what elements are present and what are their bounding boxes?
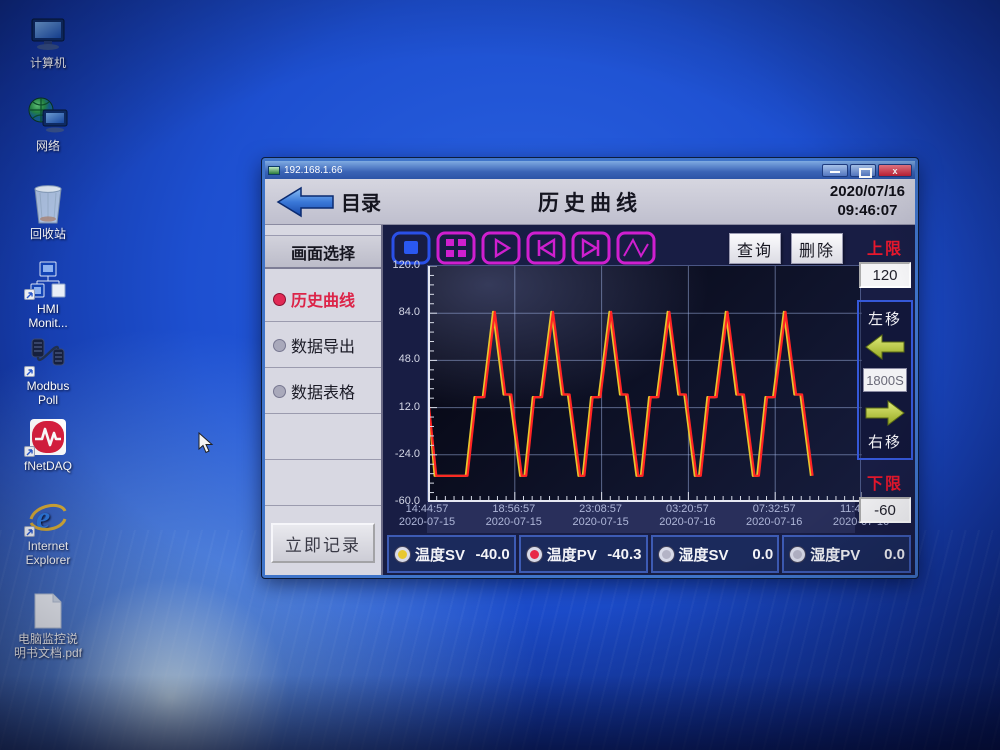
window-app-icon [268, 166, 280, 175]
trend-chart[interactable] [427, 265, 861, 501]
shortcut-arrow-icon [24, 526, 35, 537]
legend-item-humidity-sv[interactable]: 湿度SV 0.0 [651, 535, 780, 573]
sidebar-empty-row [265, 415, 381, 460]
move-left-button[interactable] [863, 332, 907, 362]
humidity-pv-dot-icon [790, 547, 805, 562]
record-now-button[interactable]: 立即记录 [271, 523, 375, 563]
datetime-display: 2020/07/16 09:46:07 [830, 183, 905, 221]
lower-limit-label: 下限 [857, 470, 913, 494]
sidebar-header: 画面选择 [265, 235, 381, 269]
minimize-button[interactable] [822, 164, 848, 177]
upper-limit-label: 上限 [857, 235, 913, 259]
y-axis-label: 84.0 [399, 306, 420, 318]
skip-to-end-icon[interactable] [571, 231, 611, 265]
mouse-cursor [198, 432, 214, 454]
sidebar-empty-row [265, 461, 381, 506]
legend-bar: 温度SV -40.0 温度PV -40.3 湿度SV 0.0 湿度PV 0.0 [387, 535, 911, 573]
x-axis-label: 03:20:572020-07-16 [659, 503, 715, 529]
delete-button[interactable]: 删除 [791, 233, 843, 264]
date-value: 2020/07/16 [830, 183, 905, 202]
temp-sv-dot-icon [395, 547, 410, 562]
x-axis-label: 07:32:572020-07-16 [746, 503, 802, 529]
desktop: { "desktop": { "icons": [ {"line1": "计算机… [0, 0, 1000, 750]
page-title: 历史曲线 [265, 187, 915, 217]
radio-dot-icon [273, 293, 286, 306]
fnetdaq-icon [2, 415, 94, 457]
legend-item-humidity-pv[interactable]: 湿度PV 0.0 [782, 535, 911, 573]
network-icon [2, 95, 94, 137]
desktop-icon-internet-explorer[interactable]: e InternetExplorer [2, 495, 94, 568]
scroll-interval-value[interactable]: 1800S [863, 368, 907, 392]
temp-pv-dot-icon [527, 547, 542, 562]
desktop-icon-network[interactable]: 网络 [2, 95, 94, 154]
move-right-button[interactable] [863, 398, 907, 428]
desktop-icon-modbus-poll[interactable]: ModbusPoll [2, 335, 94, 408]
hmi-window: 192.168.1.66 x 历史曲线 目录 2020/07/16 09:46:… [262, 158, 918, 578]
shortcut-arrow-icon [24, 446, 35, 457]
scroll-panel: 左移 1800S 右移 [857, 300, 913, 460]
move-right-label: 右移 [862, 431, 908, 452]
x-axis-labels: 14:44:572020-07-1518:56:572020-07-1523:0… [427, 503, 861, 533]
sidebar: 画面选择 历史曲线 数据导出 数据表格 立即记录 [265, 225, 383, 575]
desktop-icon-fnetdaq[interactable]: fNetDAQ [2, 415, 94, 474]
grid-view-icon[interactable] [436, 231, 476, 265]
hmi-monitor-icon [2, 258, 94, 300]
shortcut-arrow-icon [24, 366, 35, 377]
shortcut-arrow-icon [24, 289, 35, 300]
sidebar-item-history-curve[interactable]: 历史曲线 [265, 277, 381, 322]
y-axis-labels: 120.084.048.012.0-24.0-60.0 [383, 265, 425, 501]
skip-to-start-icon[interactable] [526, 231, 566, 265]
y-axis-label: -24.0 [395, 448, 420, 460]
y-axis-label: 120.0 [392, 259, 420, 271]
query-button[interactable]: 查询 [729, 233, 781, 264]
humidity-sv-dot-icon [659, 547, 674, 562]
pdf-document-icon [2, 588, 94, 630]
sidebar-item-data-table[interactable]: 数据表格 [265, 369, 381, 414]
app-header: 历史曲线 目录 2020/07/16 09:46:07 [265, 179, 915, 225]
radio-dot-icon [273, 385, 286, 398]
x-axis-label: 14:44:572020-07-15 [399, 503, 455, 529]
window-title: 192.168.1.66 [284, 165, 342, 176]
computer-icon [2, 12, 94, 54]
main-panel: 查询 删除 120.084.048.012.0-24.0-60.0 14:44:… [383, 225, 915, 575]
sidebar-item-data-export[interactable]: 数据导出 [265, 323, 381, 368]
internet-explorer-icon: e [2, 495, 94, 537]
x-axis-label: 23:08:572020-07-15 [572, 503, 628, 529]
play-icon[interactable] [481, 231, 521, 265]
close-button[interactable]: x [878, 164, 912, 177]
desktop-icon-pdf-document[interactable]: 电脑监控说明书文档.pdf [2, 588, 94, 661]
move-left-label: 左移 [862, 308, 908, 329]
recycle-bin-icon [2, 183, 94, 225]
trend-toolbar [391, 231, 656, 267]
legend-item-temp-sv[interactable]: 温度SV -40.0 [387, 535, 516, 573]
y-axis-label: 12.0 [399, 401, 420, 413]
desktop-icon-computer[interactable]: 计算机 [2, 12, 94, 71]
scale-controls: 上限 120 左移 1800S 右移 下限 -60 [857, 225, 913, 523]
radio-dot-icon [273, 339, 286, 352]
lower-limit-value[interactable]: -60 [859, 497, 911, 523]
desktop-icon-hmi-monitor[interactable]: HMIMonit... [2, 258, 94, 331]
upper-limit-value[interactable]: 120 [859, 262, 911, 288]
x-axis-label: 18:56:572020-07-15 [486, 503, 542, 529]
window-titlebar[interactable]: 192.168.1.66 x [265, 161, 915, 179]
time-value: 09:46:07 [830, 202, 905, 221]
y-axis-label: 48.0 [399, 353, 420, 365]
desktop-icon-recycle-bin[interactable]: 回收站 [2, 183, 94, 242]
modbus-poll-icon [2, 335, 94, 377]
legend-item-temp-pv[interactable]: 温度PV -40.3 [519, 535, 648, 573]
maximize-button[interactable] [850, 164, 876, 177]
curve-icon[interactable] [616, 231, 656, 265]
